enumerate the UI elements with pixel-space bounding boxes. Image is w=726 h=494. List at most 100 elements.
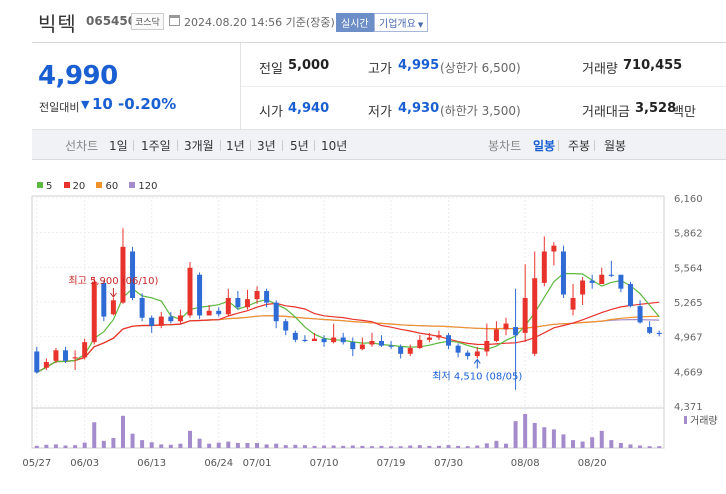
price-summary: 4,990 전일대비 ▼ 10 -0.20% 전일 5,000 고가 4,995… [32,42,726,130]
volume-bar [226,441,231,448]
divider [282,140,283,151]
candle-body [522,297,528,333]
volume-bar [283,445,288,448]
x-tick-label: 06/03 [70,458,99,469]
volume-bar [456,445,461,448]
volume-bar [34,445,39,448]
candle-body [484,341,490,352]
tab-3month[interactable]: 3개월 [184,137,214,154]
down-arrow-icon: ▼ [81,98,90,111]
candle-body [120,246,126,303]
volume-bar [647,446,652,448]
market-badge: 코스닥 [131,13,164,30]
stock-code: 065450 [86,14,137,28]
x-tick-label: 06/13 [137,458,166,469]
volume-bar [436,445,441,448]
tab-monthly[interactable]: 월봉 [604,137,626,154]
tab-1week[interactable]: 1주일 [141,137,171,154]
candle-body [398,346,404,354]
candle-body [283,321,289,331]
tab-daily[interactable]: 일봉 [533,137,555,154]
volume-label: 거래량 [582,62,618,77]
candle-body [206,310,212,316]
x-tick-label: 07/19 [377,458,406,469]
candle-body [311,338,317,342]
candle-body [541,251,547,283]
low-annotation: 최저 4,510 (08/05) [432,370,522,382]
chart-period-tabs: 선차트 1일 1주일 3개월 1년 3년 5년 10년 봉차트 일봉 주봉 월봉 [32,130,726,160]
volume-bar [657,446,662,448]
candle-body [532,278,538,354]
volume-bar [302,445,307,448]
stock-header: 빅텍 065450 코스닥 2024.08.20 14:56 기준(장중) 실시… [0,0,726,40]
candle-body [379,341,385,346]
candle-body [34,351,40,373]
candle-body [426,337,432,340]
volume-bar [331,445,336,448]
candle-body [551,245,557,252]
tab-1year[interactable]: 1년 [226,137,245,154]
tab-weekly[interactable]: 주봉 [568,137,590,154]
volume-bar [245,442,250,448]
y-tick-label: 6,160 [674,194,703,205]
tab-5year[interactable]: 5년 [290,137,309,154]
volume-bar [379,445,384,448]
volume-bar [618,442,623,448]
volume-bar [523,414,528,448]
candle-body [446,335,452,346]
volume-bar [350,445,355,448]
high-value: 4,995 [398,58,440,73]
volume-bar [168,444,173,448]
line-chart-label: 선차트 [65,139,99,153]
company-overview-dropdown[interactable]: 기업개요 ▼ [374,13,429,32]
candle-body [513,327,519,336]
volume-bar [235,442,240,448]
tab-3year[interactable]: 3년 [257,137,276,154]
quote-datetime: 2024.08.20 14:56 기준(장중) [184,16,335,29]
volume-bar [465,446,470,448]
candle-body [139,297,145,318]
ma20-line [36,301,660,373]
candle-body [656,332,662,335]
volume-bar [312,445,317,448]
volume-bar [130,433,135,448]
volume-bar [638,445,643,448]
y-tick-label: 4,967 [674,333,703,344]
chevron-down-icon: ▼ [417,21,424,29]
candle-body [627,284,633,307]
candle-body [407,347,413,354]
candle-body [359,344,365,350]
volume-value: 710,455 [623,58,683,73]
divider [241,86,726,87]
candle-body [340,337,346,343]
candle-body [388,345,394,347]
candle-body [637,306,643,323]
y-tick-label: 4,669 [674,367,703,378]
divider [558,140,559,151]
candle-body [82,342,88,358]
candle-body [302,339,308,342]
candle-chart-label: 봉차트 [488,139,522,153]
calendar-icon [169,15,180,26]
tab-1day[interactable]: 1일 [109,137,128,154]
stock-name: 빅텍 [38,12,77,36]
candle-body [130,251,136,298]
trade-amount-value: 3,528 [635,101,677,116]
candle-body [436,335,442,338]
high-label: 고가 [368,62,392,77]
trade-amount-label: 거래대금 [582,105,630,120]
volume-bar [504,443,508,448]
volume-bar [551,429,556,448]
candle-body [292,332,298,340]
volume-bar [580,441,585,448]
candle-body [493,329,499,342]
realtime-button[interactable]: 실시간 [336,13,374,32]
volume-bar [628,444,633,448]
volume-bar [542,427,547,448]
candle-body [235,297,241,308]
tab-10year[interactable]: 10년 [321,137,347,154]
volume-frame [31,407,665,449]
x-tick-label: 07/01 [243,458,272,469]
candle-body [503,323,509,330]
candle-body [254,291,260,300]
